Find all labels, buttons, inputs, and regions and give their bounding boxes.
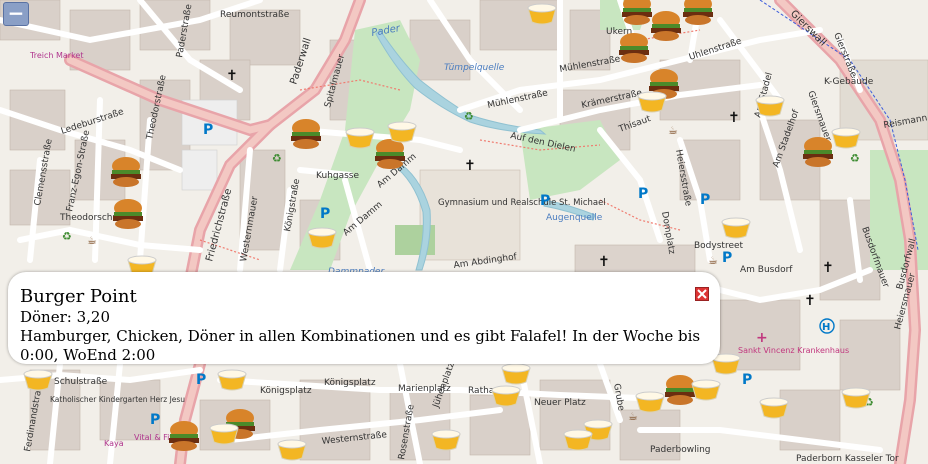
- label-vital-fit: Vital & Fit: [134, 433, 172, 442]
- beer-glass-marker-icon[interactable]: [217, 369, 247, 391]
- beer-glass-marker-icon[interactable]: [527, 3, 557, 25]
- beer-glass-marker-icon[interactable]: [277, 439, 307, 461]
- parking-icon: P: [196, 372, 206, 388]
- beer-glass-marker-icon[interactable]: [635, 391, 665, 413]
- burger-marker-icon[interactable]: [291, 119, 321, 149]
- label-sankt-vincenz: Sankt Vincenz Krankenhaus: [738, 346, 849, 355]
- beer-glass-marker-icon[interactable]: [491, 385, 521, 407]
- parking-icon: P: [722, 250, 732, 266]
- parking-icon: P: [742, 372, 752, 388]
- burger-marker-icon[interactable]: [651, 11, 681, 41]
- label-gymnasium-text: Gymnasium und Realschule St. Michael: [438, 198, 606, 208]
- beer-glass-marker-icon[interactable]: [209, 423, 239, 445]
- cafe-icon: ☕: [708, 254, 718, 267]
- label-bodystreet: Bodystreet: [694, 241, 744, 251]
- beer-glass-marker-icon[interactable]: [345, 127, 375, 149]
- church-icon: ✝: [464, 158, 476, 174]
- parking-icon: P: [203, 122, 213, 138]
- church-icon: ✝: [822, 260, 834, 276]
- parking-icon: P: [320, 206, 330, 222]
- burger-marker-icon[interactable]: [113, 199, 143, 229]
- beer-glass-marker-icon[interactable]: [563, 429, 593, 451]
- parking-icon: P: [150, 412, 160, 428]
- burger-marker-icon[interactable]: [111, 157, 141, 187]
- label-neuer-platz: Neuer Platz: [534, 398, 586, 408]
- label-reumontstrasse: Reumontstraße: [220, 10, 290, 20]
- burger-marker-icon[interactable]: [375, 139, 405, 169]
- zoom-out-button[interactable]: −: [3, 2, 29, 26]
- beer-glass-marker-icon[interactable]: [831, 127, 861, 149]
- beer-glass-marker-icon[interactable]: [431, 429, 461, 451]
- poi-popup: Burger Point Döner: 3,20 Hamburger, Chic…: [8, 272, 720, 364]
- recycling-icon: ♻: [850, 152, 860, 165]
- church-icon: ✝: [804, 293, 816, 309]
- label-koenigsplatz2: Königsplatz: [324, 378, 376, 388]
- label-tuempelquelle: Tümpelquelle: [444, 63, 505, 73]
- beer-glass-marker-icon[interactable]: [23, 369, 53, 391]
- beer-glass-marker-icon[interactable]: [759, 397, 789, 419]
- cafe-icon: ☕: [668, 124, 678, 137]
- beer-glass-marker-icon[interactable]: [841, 387, 871, 409]
- beer-glass-marker-icon[interactable]: [307, 227, 337, 249]
- beer-glass-marker-icon[interactable]: [637, 91, 667, 113]
- beer-glass-marker-icon[interactable]: [387, 121, 417, 143]
- parking-icon: P: [700, 192, 710, 208]
- map-canvas[interactable]: Reumontstraße Paderstraße Paderwall Pade…: [0, 0, 928, 464]
- beer-glass-marker-icon[interactable]: [691, 379, 721, 401]
- church-icon: ✝: [598, 254, 610, 270]
- label-treich-market: Treich Market: [29, 51, 83, 60]
- recycling-icon: ♻: [272, 152, 282, 165]
- beer-glass-marker-icon[interactable]: [501, 363, 531, 385]
- label-koenigsplatz: Königsplatz: [260, 386, 312, 396]
- recycling-icon: ♻: [62, 230, 72, 243]
- label-kath-kindergarten: Katholischer Kindergarten Herz Jesu: [50, 395, 185, 404]
- label-kuhgasse: Kuhgasse: [316, 171, 359, 181]
- burger-marker-icon[interactable]: [619, 33, 649, 63]
- close-icon[interactable]: [695, 287, 709, 301]
- parking-icon: P: [638, 186, 648, 202]
- label-paderbowling: Paderbowling: [650, 445, 711, 455]
- popup-title: Burger Point: [20, 286, 137, 307]
- cafe-icon: ☕: [87, 234, 97, 247]
- label-schulstrasse: Schulstraße: [54, 377, 108, 387]
- label-kaya: Kaya: [104, 439, 124, 448]
- burger-marker-icon[interactable]: [803, 137, 833, 167]
- popup-description: Hamburger, Chicken, Döner in allen Kombi…: [20, 327, 701, 364]
- label-k-gebaeude: K-Gebäude: [824, 77, 874, 87]
- pharmacy-icon: +: [756, 330, 768, 346]
- church-icon: ✝: [226, 68, 238, 84]
- cafe-icon: ☕: [628, 410, 638, 423]
- popup-price: Döner: 3,20: [20, 308, 110, 326]
- burger-marker-icon[interactable]: [169, 421, 199, 451]
- burger-marker-icon[interactable]: [683, 0, 713, 25]
- label-am-busdorf: Am Busdorf: [740, 265, 793, 275]
- label-gymnasium: Gymnasium und Realschule St. Michael: [438, 198, 606, 208]
- beer-glass-marker-icon[interactable]: [721, 217, 751, 239]
- parking-icon: P: [540, 193, 550, 209]
- label-kasseler-tor: Paderborn Kasseler Tor: [796, 454, 899, 464]
- label-augenquelle: Augenquelle: [546, 213, 603, 223]
- burger-marker-icon[interactable]: [622, 0, 652, 25]
- beer-glass-marker-icon[interactable]: [755, 95, 785, 117]
- recycling-icon: ♻: [464, 110, 474, 123]
- church-icon: ✝: [728, 110, 740, 126]
- svg-text:H: H: [822, 322, 830, 333]
- cathedral-block: [574, 244, 696, 276]
- burger-marker-icon[interactable]: [665, 375, 695, 405]
